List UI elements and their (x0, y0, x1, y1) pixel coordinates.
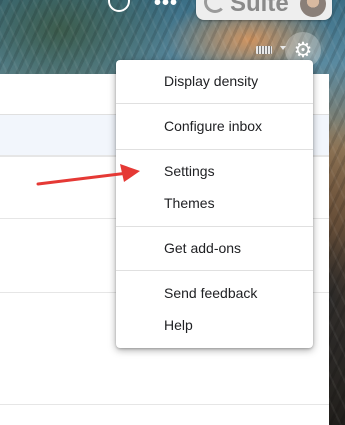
menu-divider (116, 270, 313, 271)
menu-divider (116, 149, 313, 150)
apps-grid-icon[interactable]: ••• (154, 0, 178, 15)
keyboard-icon[interactable] (256, 46, 272, 54)
annotation-arrow (36, 164, 140, 186)
brand-label: Suite (230, 0, 289, 17)
apps-glyph: ••• (154, 0, 179, 14)
account-chip[interactable]: Suite (196, 0, 332, 20)
menu-item-configure-inbox[interactable]: Configure inbox (116, 113, 313, 139)
gsuite-logo: Suite (204, 0, 289, 18)
arrow-shaft (36, 171, 130, 186)
menu-divider (116, 103, 313, 104)
divider (0, 404, 329, 405)
gear-icon: ⚙ (293, 38, 313, 62)
menu-item-send-feedback[interactable]: Send feedback (116, 280, 313, 306)
menu-item-help[interactable]: Help (116, 312, 313, 338)
settings-menu: Display density Configure inbox Settings… (116, 60, 313, 348)
menu-divider (116, 226, 313, 227)
g-logo-icon (204, 0, 226, 13)
menu-item-display-density[interactable]: Display density (116, 68, 313, 94)
menu-item-get-add-ons[interactable]: Get add-ons (116, 235, 313, 261)
arrow-head (120, 164, 140, 182)
avatar[interactable] (300, 0, 326, 17)
